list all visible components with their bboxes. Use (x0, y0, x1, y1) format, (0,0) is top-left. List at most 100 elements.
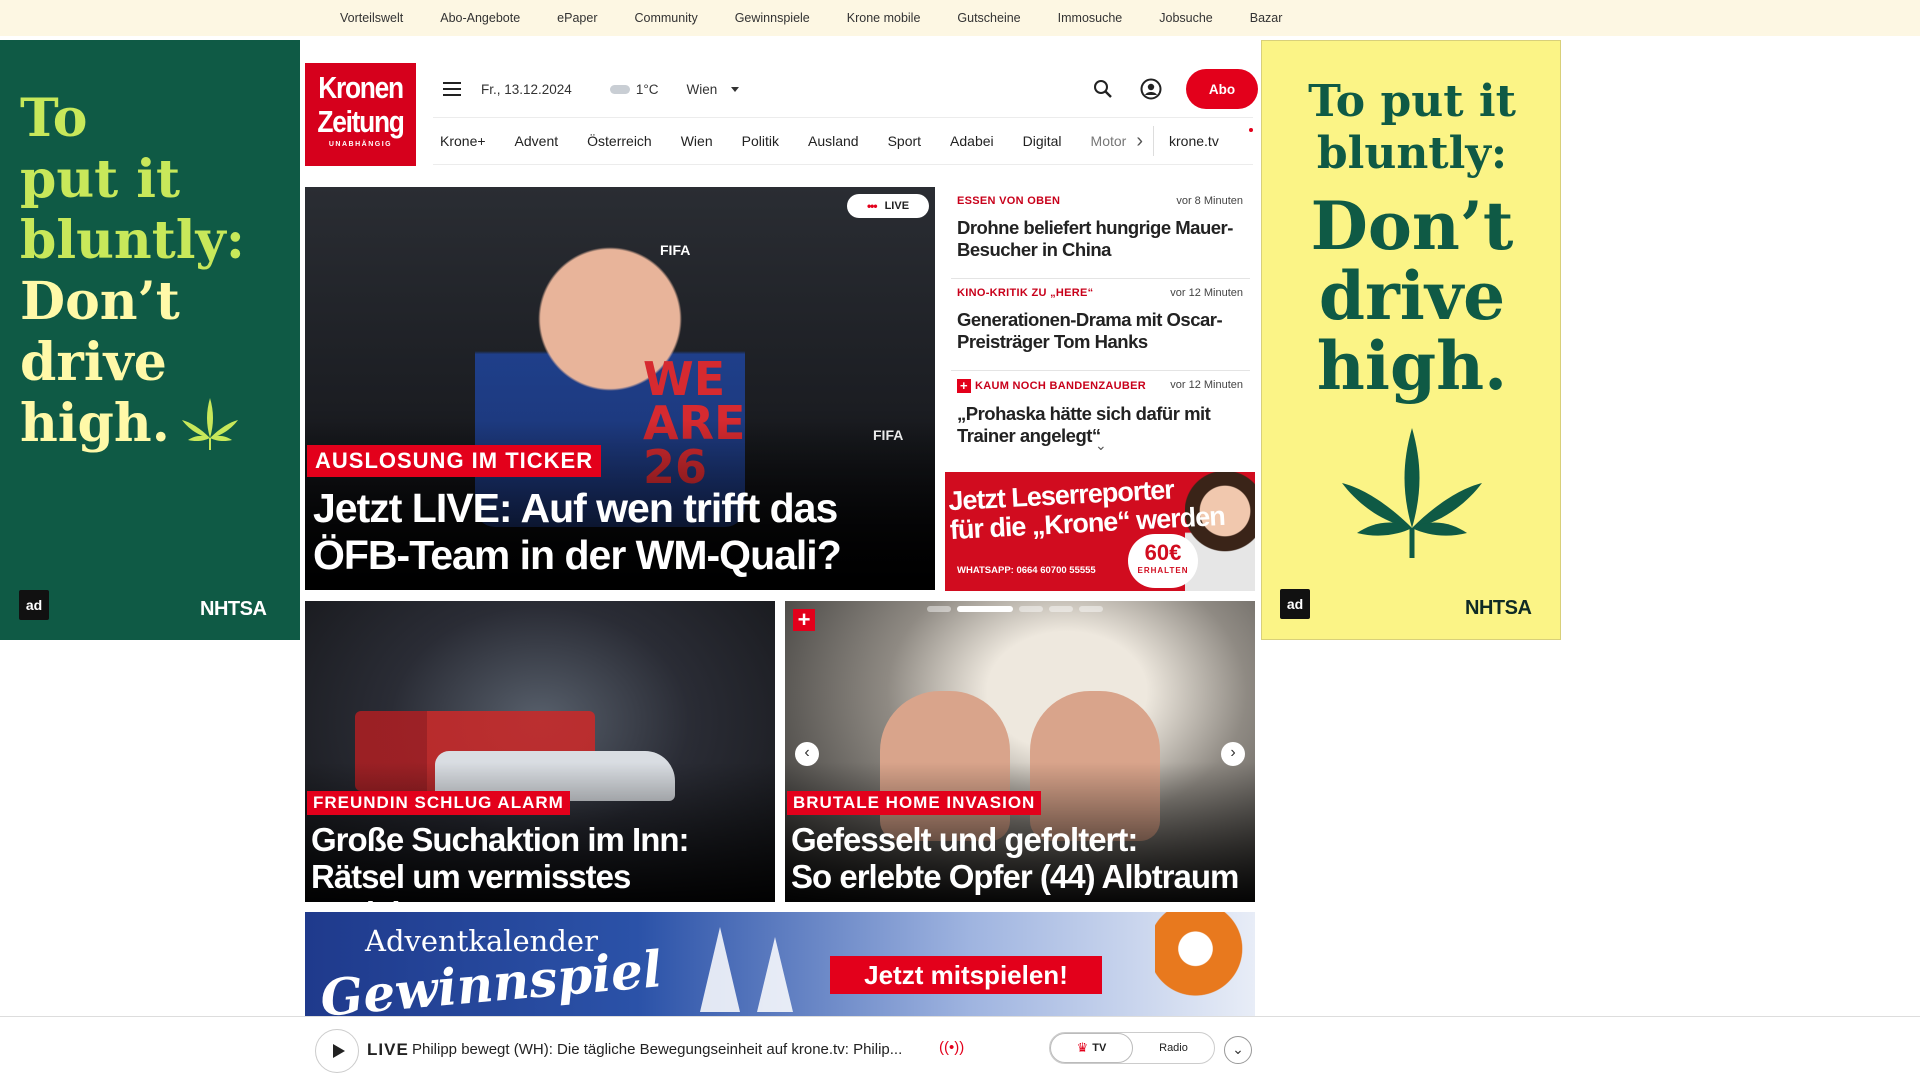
ad-right-message: Don’t drive high. (1262, 191, 1562, 401)
card-headline-line: Rätsel um vermisstes Mädchen (311, 858, 631, 902)
nav-item-motor[interactable]: Motor (1091, 133, 1127, 149)
topbar-link-bazar[interactable]: Bazar (1250, 11, 1283, 25)
account-icon[interactable] (1138, 76, 1164, 102)
news-tag: ESSEN VON OBEN (957, 195, 1061, 207)
carousel-dot[interactable] (1019, 606, 1043, 612)
abo-button[interactable]: Abo (1186, 69, 1258, 109)
ad-right-headline: To put it bluntly: (1262, 76, 1562, 180)
card-kicker: FREUNDIN SCHLUG ALARM (307, 791, 570, 815)
broadcast-icon: ((•)) (939, 1039, 965, 1056)
card-headline-line: Gefesselt und gefoltert: (791, 821, 1138, 858)
nav-item-sport[interactable]: Sport (888, 133, 921, 149)
reporter-ad-text: Jetzt Leserreporter für die „Krone“ werd… (948, 473, 1226, 545)
live-label: LIVE (884, 200, 910, 212)
news-time: vor 12 Minuten (1170, 287, 1243, 299)
ad-left-line: high. (20, 393, 170, 454)
topbar-link-gutscheine[interactable]: Gutscheine (957, 11, 1020, 25)
left-skyscraper-ad[interactable]: To put it bluntly: Don’t drive high. ad … (0, 40, 300, 640)
cannabis-leaf-icon (181, 397, 238, 450)
ad-left-text: To put it bluntly: Don’t drive high. (20, 88, 245, 454)
kronen-zeitung-logo[interactable]: Kronen Zeitung UNABHÄNGIG (305, 63, 416, 166)
chevron-down-icon[interactable]: ⌄ (1224, 1036, 1252, 1064)
topbar-link-krone-mobile[interactable]: Krone mobile (847, 11, 921, 25)
nav-item-oesterreich[interactable]: Österreich (587, 133, 652, 149)
ad-right-line: To put it (1308, 76, 1516, 127)
nav-item-politik[interactable]: Politik (742, 133, 779, 149)
top-utility-bar: Vorteilswelt Abo-Angebote ePaper Communi… (0, 0, 1920, 36)
nav-item-krone-plus[interactable]: Krone+ (440, 133, 486, 149)
article-card-carousel[interactable]: + ‹ › BRUTALE HOME INVASION Gefesselt un… (785, 601, 1255, 902)
news-tag: KAUM NOCH BANDENZAUBER (975, 380, 1146, 392)
play-icon[interactable] (315, 1029, 359, 1073)
nav-item-adabei[interactable]: Adabei (950, 133, 994, 149)
tv-toggle[interactable]: ♛ TV (1050, 1033, 1133, 1063)
cloud-icon (609, 84, 630, 94)
menu-icon[interactable] (443, 82, 469, 96)
search-icon[interactable] (1090, 76, 1116, 102)
ad-right-line: Don’t (1310, 187, 1514, 265)
radio-toggle[interactable]: Radio (1133, 1033, 1214, 1063)
topbar-link-gewinnspiele[interactable]: Gewinnspiele (735, 11, 810, 25)
topbar-link-immosuche[interactable]: Immosuche (1058, 11, 1123, 25)
nav-item-advent[interactable]: Advent (515, 133, 559, 149)
logo-line: Kronen (318, 70, 404, 105)
carousel-dot-active[interactable] (957, 606, 1013, 612)
adventkalender-banner[interactable]: Adventkalender Gewinnspiel Jetzt mitspie… (305, 912, 1255, 1017)
nav-item-wien[interactable]: Wien (681, 133, 713, 149)
live-dots-icon: ••• (866, 199, 878, 213)
hero-article[interactable]: FIFA FIFA WE ARE 26 ••• LIVE AUSLOSUNG I… (305, 187, 935, 590)
card-headline[interactable]: Gefesselt und gefoltert: So erlebte Opfe… (791, 821, 1251, 895)
header-actions: Abo (1090, 69, 1258, 109)
ad-left-line: bluntly: (20, 210, 245, 271)
crown-icon: ♛ (1076, 1040, 1089, 1055)
news-title[interactable]: Generationen-Drama mit Oscar-Preisträger… (957, 309, 1243, 353)
fifa-logo-text: FIFA (660, 242, 691, 258)
topbar-link-community[interactable]: Community (634, 11, 697, 25)
player-title[interactable]: Philipp bewegt (WH): Die tägliche Bewegu… (412, 1041, 902, 1058)
news-time: vor 8 Minuten (1176, 195, 1243, 207)
mitspielen-button[interactable]: Jetzt mitspielen! (830, 956, 1102, 994)
topbar-link-vorteilswelt[interactable]: Vorteilswelt (340, 11, 403, 25)
card-headline[interactable]: Große Suchaktion im Inn: Rätsel um vermi… (311, 821, 771, 902)
list-item[interactable]: ESSEN VON OBEN vor 8 Minuten Drohne beli… (951, 187, 1250, 279)
logo-line: Zeitung (317, 104, 404, 139)
ad-left-line: To (20, 88, 88, 149)
logo-tagline: UNABHÄNGIG (328, 141, 393, 148)
carousel-dot[interactable] (1079, 606, 1103, 612)
chevron-down-icon[interactable]: ⌄ (1095, 437, 1107, 454)
list-item[interactable]: KINO-KRITIK ZU „HERE“ vor 12 Minuten Gen… (951, 279, 1250, 371)
nav-item-krone-tv[interactable]: krone.tv (1169, 133, 1219, 149)
article-card[interactable]: FREUNDIN SCHLUG ALARM Große Suchaktion i… (305, 601, 775, 902)
ad-right-line: drive (1318, 257, 1506, 335)
tree-icon (700, 927, 793, 1012)
topbar-link-epaper[interactable]: ePaper (557, 11, 597, 25)
carousel-dot[interactable] (1049, 606, 1073, 612)
carousel-prev-icon[interactable]: ‹ (795, 742, 819, 766)
player-live-label: LIVE (367, 1040, 409, 1059)
cannabis-leaf-icon (1342, 428, 1482, 558)
nav-divider (1153, 126, 1155, 156)
carousel-dot[interactable] (927, 606, 951, 612)
topbar-link-abo-angebote[interactable]: Abo-Angebote (440, 11, 520, 25)
ad-left-line: put it (20, 149, 181, 210)
krone-plus-icon: + (793, 609, 815, 631)
topbar-link-jobsuche[interactable]: Jobsuche (1159, 11, 1213, 25)
weather: 1°C (609, 82, 658, 97)
nav-item-digital[interactable]: Digital (1023, 133, 1062, 149)
chevron-right-icon[interactable]: › (1136, 130, 1143, 153)
ad-left-line: drive (20, 332, 167, 393)
nav-item-ausland[interactable]: Ausland (808, 133, 859, 149)
ad-council-logo: ad (19, 590, 49, 620)
carousel-next-icon[interactable]: › (1221, 742, 1245, 766)
ad-council-logo: ad (1280, 589, 1310, 619)
hero-kicker: AUSLOSUNG IM TICKER (307, 445, 602, 477)
city-selector[interactable]: Wien (686, 82, 740, 97)
hero-headline[interactable]: Jetzt LIVE: Auf wen trifft das ÖFB-Team … (313, 485, 923, 579)
leserreporter-ad[interactable]: Jetzt Leserreporter für die „Krone“ werd… (945, 472, 1255, 591)
whatsapp-number: WHATSAPP: 0664 60700 55555 (957, 565, 1096, 576)
right-skyscraper-ad[interactable]: To put it bluntly: Don’t drive high. ad … (1261, 40, 1561, 640)
reward-amount: 60€ (1144, 540, 1182, 565)
fox-mascot (1155, 912, 1245, 1017)
news-tag: KINO-KRITIK ZU „HERE“ (957, 287, 1094, 299)
news-title[interactable]: Drohne beliefert hungrige Mauer-Besucher… (957, 217, 1243, 261)
